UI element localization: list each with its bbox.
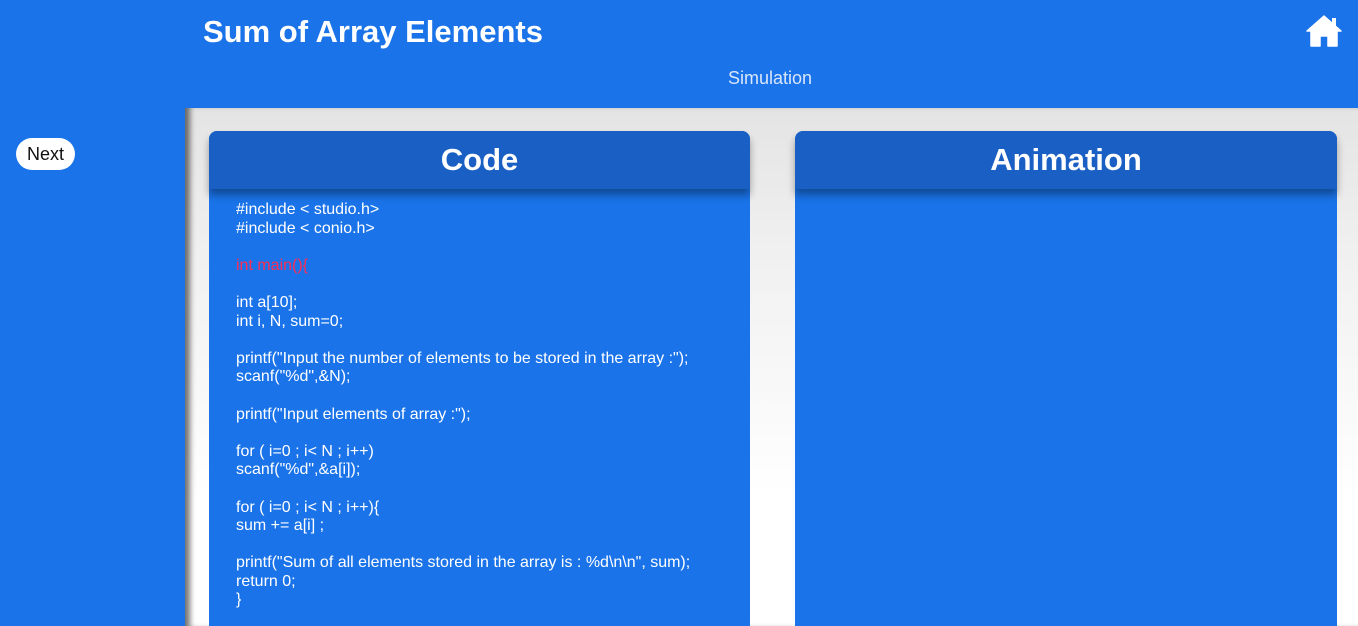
page-subtitle: Simulation bbox=[728, 68, 813, 88]
code-line: for ( i=0 ; i< N ; i++) bbox=[236, 442, 374, 460]
code-line: #include < conio.h> bbox=[236, 219, 375, 237]
code-line: printf("Input the number of elements to … bbox=[236, 349, 689, 367]
code-line: int main(){ bbox=[236, 256, 309, 274]
code-line: scanf("%d",&a[i]); bbox=[236, 461, 361, 479]
animation-panel-title: Animation bbox=[795, 131, 1337, 189]
code-line: } bbox=[236, 591, 242, 609]
code-line: return 0; bbox=[236, 572, 296, 590]
code-line: sum += a[i] ; bbox=[236, 517, 325, 535]
code-panel-title: Code bbox=[209, 131, 750, 189]
code-line: printf("Input elements of array :"); bbox=[236, 405, 471, 423]
code-line: int a[10]; bbox=[236, 293, 298, 311]
code-line: for ( i=0 ; i< N ; i++){ bbox=[236, 498, 380, 516]
next-button[interactable]: Next bbox=[16, 138, 75, 170]
page-title: Sum of Array Elements bbox=[203, 14, 543, 49]
home-icon[interactable] bbox=[1305, 14, 1343, 48]
animation-panel: Animation bbox=[795, 131, 1337, 626]
code-listing: #include < studio.h> #include < conio.h> i… bbox=[209, 189, 750, 610]
code-line: scanf("%d",&N); bbox=[236, 368, 351, 386]
code-line: int i, N, sum=0; bbox=[236, 312, 344, 330]
code-line: printf("Sum of all elements stored in th… bbox=[236, 554, 691, 572]
code-panel: Code #include < studio.h> #include < coni… bbox=[209, 131, 750, 626]
code-line: #include < studio.h> bbox=[236, 201, 380, 218]
